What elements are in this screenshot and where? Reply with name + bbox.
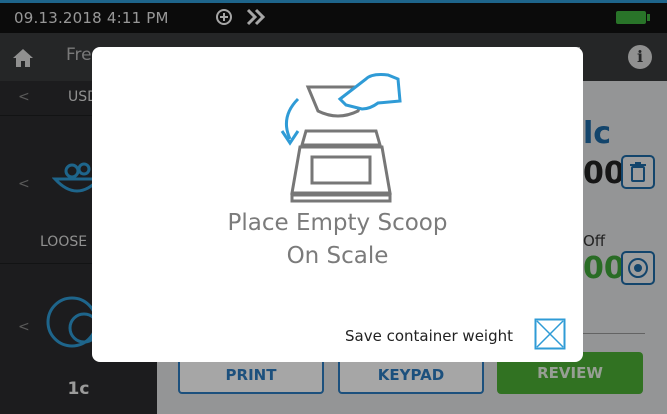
scoop-on-scale-icon xyxy=(280,73,402,203)
save-container-checkbox[interactable] xyxy=(534,318,566,350)
save-container-label: Save container weight xyxy=(345,327,514,345)
app-screen: 09.13.2018 4:11 PM Free i < USD < LOOSE … xyxy=(0,0,667,414)
modal-instruction-line2: On Scale xyxy=(286,243,389,269)
modal-instruction-line1: Place Empty Scoop xyxy=(227,210,448,236)
scoop-modal: Place Empty Scoop On Scale Save containe… xyxy=(92,47,583,362)
